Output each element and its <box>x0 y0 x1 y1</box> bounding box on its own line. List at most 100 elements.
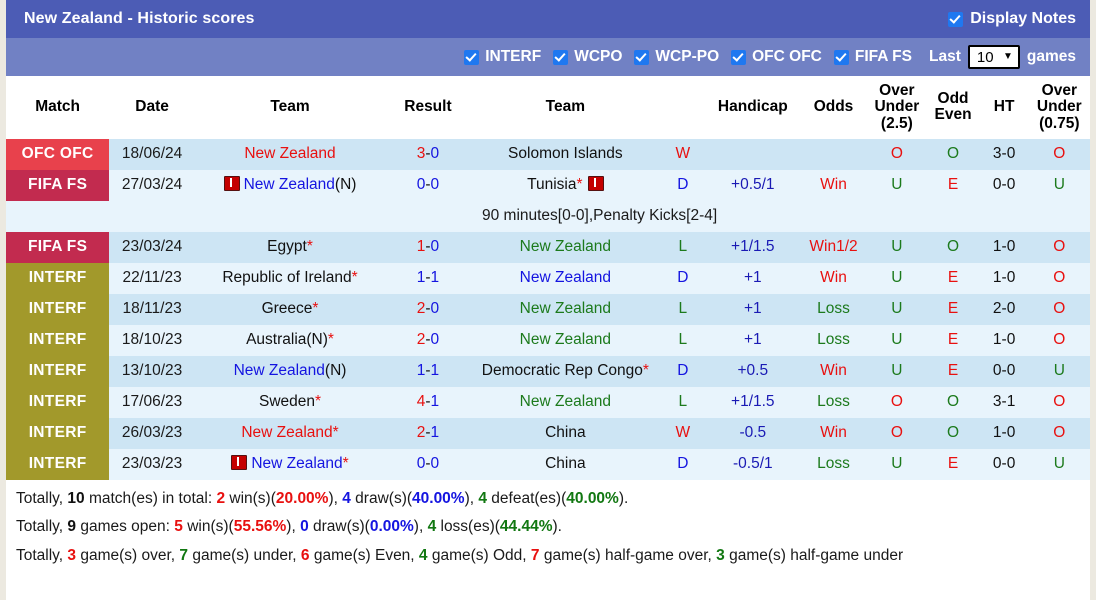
away-team-star-marker: * <box>576 176 583 194</box>
table-row[interactable]: INTERF 18/10/23 Australia(N)* 2-0 New Zealan… <box>6 324 1090 356</box>
away-team-cell[interactable]: New Zealand <box>470 262 660 294</box>
table-row[interactable]: FIFA FS 27/03/24 New Zealand(N) 0-0 Tunisia*… <box>6 169 1090 201</box>
odd-even-value: O <box>926 417 980 449</box>
match-type-badge: FIFA FS <box>6 231 110 263</box>
table-row[interactable]: INTERF 22/11/23 Republic of Ireland* 1-1 New… <box>6 262 1090 294</box>
home-team-cell[interactable]: New Zealand(N) <box>195 355 386 387</box>
away-team-cell[interactable]: New Zealand <box>470 386 660 418</box>
home-team-cell[interactable]: New Zealand* <box>195 448 386 480</box>
col-header-ht: HT <box>979 76 1029 139</box>
display-notes-toggle[interactable]: Display Notes <box>948 10 1076 28</box>
away-team-cell[interactable]: New Zealand <box>470 293 660 325</box>
over-under-25-value: O <box>867 386 927 418</box>
summary2-losses: 4 <box>427 518 437 536</box>
checkbox-wcpo[interactable] <box>553 49 569 65</box>
table-row[interactable]: INTERF 17/06/23 Sweden* 4-1 New Zealand L +1/1… <box>6 386 1090 418</box>
checkbox-fifa-fs[interactable] <box>833 49 849 65</box>
col-header-handicap: Handicap <box>705 76 800 139</box>
home-team-name: Greece <box>261 300 313 318</box>
odds-result: Win <box>799 355 868 387</box>
checkbox-ofc-ofc[interactable] <box>731 49 747 65</box>
filter-wcpo[interactable]: WCPO <box>553 48 622 66</box>
away-team-cell[interactable]: Tunisia* <box>470 169 660 201</box>
table-row[interactable]: OFC OFC 18/06/24 New Zealand 3-0 Solomon Isl… <box>6 138 1090 170</box>
match-date: 23/03/23 <box>109 448 195 480</box>
checkbox-interf[interactable] <box>464 49 480 65</box>
odds-result: Win <box>799 169 868 201</box>
away-team-cell[interactable]: China <box>470 417 660 449</box>
display-notes-checkbox[interactable] <box>948 11 964 27</box>
win-draw-loss-indicator: W <box>659 417 706 449</box>
home-team-cell[interactable]: New Zealand <box>195 138 386 170</box>
summary2-mid1: games open: <box>76 518 175 536</box>
home-team-cell[interactable]: Egypt* <box>195 231 386 263</box>
table-row[interactable]: INTERF 26/03/23 New Zealand* 2-1 China W -0.5 W… <box>6 417 1090 449</box>
summary2-losses-pct: 44.44% <box>499 518 553 536</box>
filter-label-ofc-ofc: OFC OFC <box>752 48 822 65</box>
filter-fifa-fs[interactable]: FIFA FS <box>833 48 912 66</box>
summary3-mid3: game(s) Even, <box>309 546 419 564</box>
table-row[interactable]: INTERF 13/10/23 New Zealand(N) 1-1 Democrati… <box>6 355 1090 387</box>
historic-scores-panel: New Zealand - Historic scores Display No… <box>0 0 1096 600</box>
home-team-cell[interactable]: Australia(N)* <box>195 324 386 356</box>
away-team-cell[interactable]: Democratic Rep Congo* <box>470 355 660 387</box>
col-header-over-under-25: Over Under (2.5) <box>867 76 927 139</box>
filter-wcp-po[interactable]: WCP-PO <box>634 48 719 66</box>
win-draw-loss-indicator: L <box>659 231 706 263</box>
match-date: 13/10/23 <box>109 355 195 387</box>
match-date: 23/03/24 <box>109 231 195 263</box>
summary3-mid5: game(s) half-game over, <box>539 546 717 564</box>
away-team-cell[interactable]: New Zealand <box>470 231 660 263</box>
home-team-cell[interactable]: Sweden* <box>195 386 386 418</box>
summary3-mid4: game(s) Odd, <box>427 546 531 564</box>
odds-result: Loss <box>799 293 868 325</box>
filter-label-fifa-fs: FIFA FS <box>854 48 912 65</box>
summary1-mid3: ), <box>328 489 343 507</box>
home-team-name: New Zealand <box>244 145 336 163</box>
match-result: 1-1 <box>385 355 471 387</box>
summary1-total: 10 <box>67 489 85 507</box>
summary1-wins: 2 <box>216 489 226 507</box>
over-under-075-value: O <box>1028 293 1090 325</box>
home-team-star-marker: * <box>312 300 319 318</box>
win-draw-loss-indicator: D <box>659 262 706 294</box>
note-badge-spacer <box>6 200 110 232</box>
match-date: 27/03/24 <box>109 169 195 201</box>
over-under-25-value: O <box>867 138 927 170</box>
filter-interf[interactable]: INTERF <box>464 48 541 66</box>
over-under-075-value: O <box>1028 417 1090 449</box>
last-games-select[interactable]: 10 ▼ <box>967 45 1020 69</box>
home-team-cell[interactable]: Greece* <box>195 293 386 325</box>
away-team-cell[interactable]: New Zealand <box>470 324 660 356</box>
win-draw-loss-indicator: D <box>659 355 706 387</box>
away-team-cell[interactable]: Solomon Islands <box>470 138 660 170</box>
home-team-cell[interactable]: New Zealand(N) <box>195 169 386 201</box>
table-row[interactable]: INTERF 18/11/23 Greece* 2-0 New Zealand L +1 Lo… <box>6 293 1090 325</box>
home-team-star-marker: * <box>342 455 349 473</box>
ou075-line2: Under <box>1036 98 1082 116</box>
summary1-defeats-pct: 40.00% <box>566 489 619 507</box>
over-under-25-value: U <box>867 262 927 294</box>
filter-ofc-ofc[interactable]: OFC OFC <box>731 48 822 66</box>
home-team-neutral-marker: (N) <box>334 176 357 194</box>
table-row[interactable]: INTERF 23/03/23 New Zealand* 0-0 China D -0.5/… <box>6 448 1090 480</box>
table-row[interactable]: FIFA FS 23/03/24 Egypt* 1-0 New Zealand L +1/1… <box>6 231 1090 263</box>
match-type-badge: INTERF <box>6 293 110 325</box>
match-type-badge: INTERF <box>6 262 110 294</box>
away-team-cell[interactable]: China <box>470 448 660 480</box>
penalty-shootout-icon <box>223 176 240 192</box>
home-team-cell[interactable]: New Zealand* <box>195 417 386 449</box>
away-team-star-marker: * <box>642 362 649 380</box>
match-result: 1-0 <box>385 231 471 263</box>
home-team-star-marker: * <box>332 424 339 442</box>
summary1-draws-pct: 40.00% <box>412 489 465 507</box>
title-bar: New Zealand - Historic scores Display No… <box>6 0 1090 38</box>
result-away-goals: 0 <box>430 145 440 163</box>
summary2-mid6: loss(es)( <box>436 518 500 536</box>
over-under-25-value: U <box>867 293 927 325</box>
checkbox-wcp-po[interactable] <box>634 49 650 65</box>
home-team-cell[interactable]: Republic of Ireland* <box>195 262 386 294</box>
over-under-075-value: O <box>1028 231 1090 263</box>
result-away-goals: 0 <box>430 300 440 318</box>
match-date: 26/03/23 <box>109 417 195 449</box>
